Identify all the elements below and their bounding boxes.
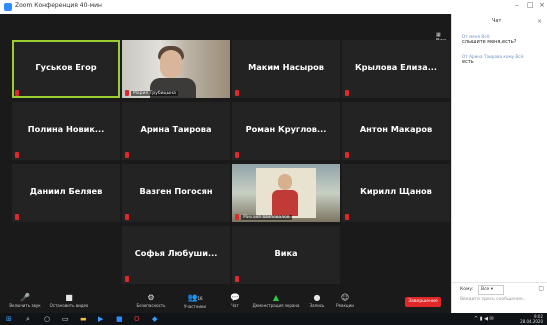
chat-panel: × Чат От меня Всё: слышите меня,есть? От… xyxy=(451,14,547,313)
clock: 9:02 28.04.2020 xyxy=(520,314,543,324)
security-button[interactable]: ⚙ Безопасность xyxy=(128,293,174,309)
security-icon: ⚙ xyxy=(147,293,155,302)
participant-video xyxy=(232,164,340,222)
participant-tile[interactable]: Полина Новик... xyxy=(12,102,120,160)
participant-name: Маким Насыров xyxy=(248,62,324,72)
muted-mic-icon xyxy=(235,276,239,282)
participant-tile[interactable]: Вазген Погосян xyxy=(122,164,230,222)
participant-video-tile[interactable]: Мария Трубицына xyxy=(122,40,230,98)
chat-header: Чат xyxy=(492,18,502,24)
muted-mic-icon xyxy=(345,152,349,158)
task-view-icon[interactable]: ▭ xyxy=(62,315,69,323)
meeting-toolbar: 🎤 Включить звук ■ Остановить видео ⚙ Без… xyxy=(0,291,451,313)
opera-icon[interactable]: O xyxy=(134,315,140,323)
system-tray-icons[interactable]: ^ ▮ ◀ ✉ xyxy=(474,315,494,323)
muted-mic-icon xyxy=(125,214,129,220)
muted-mic-icon xyxy=(235,214,239,220)
participant-tile[interactable]: Крылова Елиза... xyxy=(342,40,450,98)
participant-tile[interactable]: Маким Насыров xyxy=(232,40,340,98)
recipient-label: Кому: xyxy=(460,287,474,292)
file-explorer-icon[interactable]: ▬ xyxy=(80,315,87,323)
muted-mic-icon xyxy=(125,152,129,158)
start-icon[interactable]: ⊞ xyxy=(6,315,12,323)
chat-composer: Кому: Все ▾ ▢ Введите здесь сообщение... xyxy=(452,282,547,314)
participant-name: Арина Таирова xyxy=(140,124,212,134)
participant-tile[interactable]: Вика xyxy=(232,226,340,284)
participant-name: Полина Новик... xyxy=(27,124,105,134)
participant-name: Роман Круглов... xyxy=(245,124,327,134)
media-player-icon[interactable]: ▶ xyxy=(98,315,103,323)
end-meeting-button[interactable]: Завершение xyxy=(405,297,441,307)
participant-tile[interactable]: Гуськов Егор xyxy=(12,40,120,98)
zoom-logo-icon xyxy=(4,3,12,11)
participant-name: Михаил Шиповалов xyxy=(241,215,292,220)
muted-mic-icon xyxy=(345,90,349,96)
zoom-taskbar-icon[interactable]: ■ xyxy=(116,315,123,323)
participant-tile[interactable]: Антон Макаров xyxy=(342,102,450,160)
maximize-icon[interactable]: □ xyxy=(527,1,534,9)
muted-mic-icon xyxy=(235,90,239,96)
close-chat-icon[interactable]: × xyxy=(537,18,542,25)
video-camera-icon: ■ xyxy=(65,293,73,302)
windows-taskbar: ⊞ ⌕ ○ ▭ ▬ ▶ ■ O ◆ ^ ▮ ◀ ✉ 9:02 28.04.2020 xyxy=(0,313,547,325)
participant-tile[interactable]: Роман Круглов... xyxy=(232,102,340,160)
app-icon[interactable]: ◆ xyxy=(152,315,157,323)
file-icon[interactable]: ▢ xyxy=(538,285,544,292)
muted-mic-icon xyxy=(235,152,239,158)
reactions-button[interactable]: ☺ Реакции xyxy=(322,293,368,309)
message-text: есть xyxy=(462,59,474,65)
muted-mic-icon xyxy=(15,214,19,220)
participant-name: Мария Трубицына xyxy=(131,91,178,96)
video-gallery: ▦ Вид Гуськов Егор Мария Трубицына Маким… xyxy=(0,14,451,291)
cortana-icon[interactable]: ○ xyxy=(44,315,50,323)
window-title: Zoom Конференция 40-мин xyxy=(15,2,102,9)
participant-name: Гуськов Егор xyxy=(35,62,97,72)
stop-video-button[interactable]: ■ Остановить видео xyxy=(46,293,92,309)
participant-video xyxy=(122,40,230,98)
participant-tile[interactable]: Даниил Беляев xyxy=(12,164,120,222)
search-icon[interactable]: ⌕ xyxy=(26,315,30,323)
muted-mic-icon xyxy=(15,152,19,158)
chat-message: От меня Всё: слышите меня,есть? xyxy=(462,34,516,45)
recipient-dropdown[interactable]: Все ▾ xyxy=(478,285,504,295)
muted-mic-icon xyxy=(125,276,129,282)
participant-tile[interactable]: Арина Таирова xyxy=(122,102,230,160)
participant-video-tile[interactable]: Михаил Шиповалов xyxy=(232,164,340,222)
participant-tile[interactable]: Софья Любуши... xyxy=(122,226,230,284)
microphone-icon: 🎤 xyxy=(20,293,30,302)
participant-name: Софья Любуши... xyxy=(134,248,218,258)
muted-mic-icon xyxy=(125,90,129,96)
close-icon[interactable]: × xyxy=(539,1,545,9)
participant-tile[interactable]: Кирилл Щанов xyxy=(342,164,450,222)
participant-name: Кирилл Щанов xyxy=(360,186,432,196)
muted-mic-icon xyxy=(345,214,349,220)
participant-name: Крылова Елиза... xyxy=(354,62,438,72)
reactions-icon: ☺ xyxy=(340,293,350,302)
participant-name: Вазген Погосян xyxy=(139,186,213,196)
minimize-icon[interactable]: – xyxy=(515,1,519,9)
unmute-button[interactable]: 🎤 Включить звук xyxy=(2,293,48,309)
muted-mic-icon xyxy=(15,90,19,96)
participant-name: Вика xyxy=(274,248,298,258)
participant-name: Антон Макаров xyxy=(359,124,433,134)
title-bar: Zoom Конференция 40-мин – □ × xyxy=(0,0,547,14)
chat-input[interactable]: Введите здесь сообщение... xyxy=(460,297,527,302)
message-text: слышите меня,есть? xyxy=(462,39,517,45)
participant-name: Даниил Беляев xyxy=(29,186,103,196)
chat-message: От Арина Таирова кому Всё: есть xyxy=(462,54,525,65)
